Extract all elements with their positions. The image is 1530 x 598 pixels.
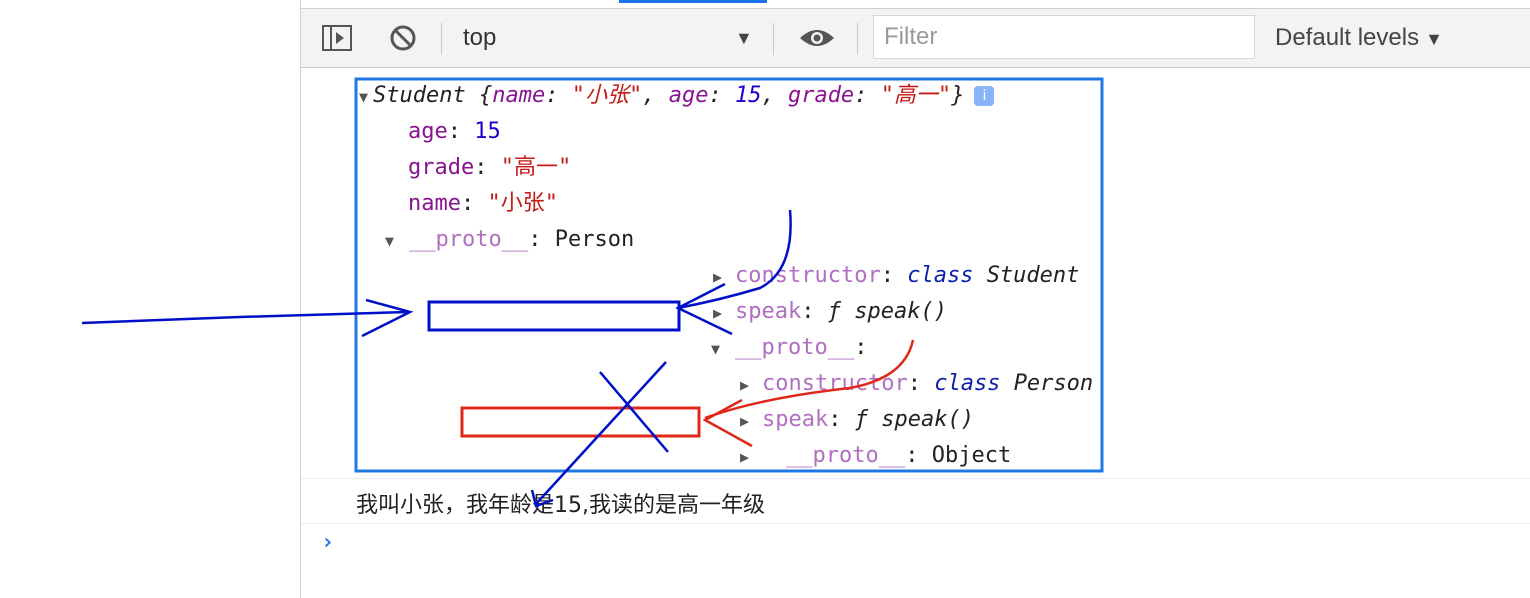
console-log-message: 我叫小张，我年龄是15,我读的是高一年级 [301,478,1530,524]
property-name: name: "小张" [408,191,558,216]
console-toolbar: top ▼ Default levels▼ [301,8,1530,68]
collapsed-triangle-icon[interactable]: ▶ [740,403,762,439]
chevron-down-icon: ▼ [1425,29,1443,49]
collapsed-triangle-icon[interactable]: ▶ [740,439,786,475]
filter-input[interactable] [873,15,1255,59]
expand-triangle-icon[interactable]: ▼ [359,79,373,115]
property-age: age: 15 [408,119,501,144]
active-tab-indicator [619,0,767,3]
speak-person-row[interactable]: ▶ speak: ƒ speak() [740,402,974,438]
collapsed-triangle-icon[interactable]: ▶ [713,295,735,331]
constructor-student-row[interactable]: ▶ constructor: class Student [713,258,1079,294]
proto-inner-row[interactable]: ▼ __proto__: [711,330,867,366]
devtools-console: top ▼ Default levels▼ ▼Student {name: "小… [300,0,1530,598]
toolbar-divider [857,23,858,55]
collapsed-triangle-icon[interactable]: ▶ [713,259,735,295]
constructor-person-row[interactable]: ▶ constructor: class Person [740,366,1093,402]
proto-person-row[interactable]: ▼ __proto__: Person [385,222,634,258]
toolbar-divider [441,23,442,55]
left-blank-area [0,0,300,598]
log-message-text: 我叫小张，我年龄是15,我读的是高一年级 [356,493,765,518]
property-grade: grade: "高一" [408,155,572,180]
toolbar-divider [773,23,774,55]
expand-triangle-icon[interactable]: ▼ [385,223,409,259]
context-dropdown-icon[interactable]: ▼ [735,9,753,67]
clear-console-icon[interactable] [385,9,421,67]
proto-object-row[interactable]: ▶ __proto__: Object [740,438,1011,474]
object-summary-row[interactable]: ▼ Student {name: "小张", age: 15, grade: "高… [359,78,995,115]
eye-icon[interactable] [795,9,839,67]
console-prompt-icon[interactable]: › [321,530,334,555]
expand-triangle-icon[interactable]: ▼ [711,331,735,367]
log-levels-dropdown[interactable]: Default levels ▼ [1275,9,1443,67]
sidebar-toggle-icon[interactable] [317,9,357,67]
log-levels-label: Default levels [1275,24,1420,51]
context-selector[interactable]: top [463,9,496,67]
collapsed-triangle-icon[interactable]: ▶ [740,367,762,403]
speak-student-row[interactable]: ▶ speak: ƒ speak() [713,294,947,330]
info-icon[interactable]: i [974,86,995,106]
